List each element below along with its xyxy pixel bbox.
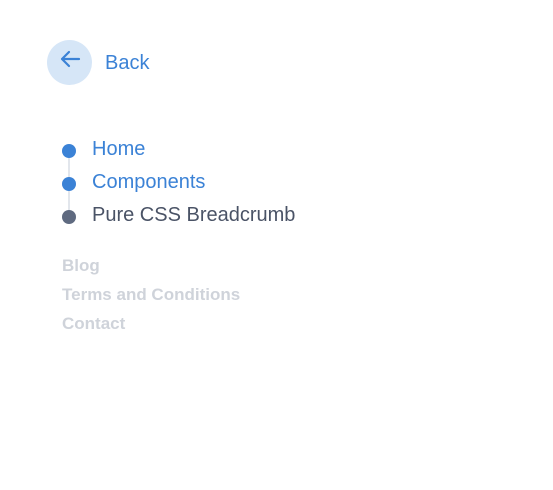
back-circle — [47, 40, 92, 85]
page: Back Home Components Pure CSS Breadcrumb… — [0, 0, 553, 490]
back-button[interactable]: Back — [47, 40, 149, 85]
breadcrumb-link-home[interactable]: Home — [92, 137, 145, 161]
back-label: Back — [105, 51, 150, 74]
footer-link-blog[interactable]: Blog — [62, 256, 100, 276]
breadcrumb-dot — [62, 177, 76, 191]
breadcrumb-link-components[interactable]: Components — [92, 170, 205, 194]
footer-link-item: Blog — [62, 251, 240, 280]
breadcrumb-dot-current — [62, 210, 76, 224]
footer-links: Blog Terms and Conditions Contact — [62, 251, 240, 338]
footer-link-terms[interactable]: Terms and Conditions — [62, 285, 240, 305]
footer-link-item: Contact — [62, 309, 240, 338]
footer-link-item: Terms and Conditions — [62, 280, 240, 309]
footer-link-contact[interactable]: Contact — [62, 314, 125, 334]
breadcrumb-current-page: Pure CSS Breadcrumb — [92, 204, 296, 226]
arrow-left-icon — [60, 50, 81, 68]
breadcrumb-dot — [62, 144, 76, 158]
